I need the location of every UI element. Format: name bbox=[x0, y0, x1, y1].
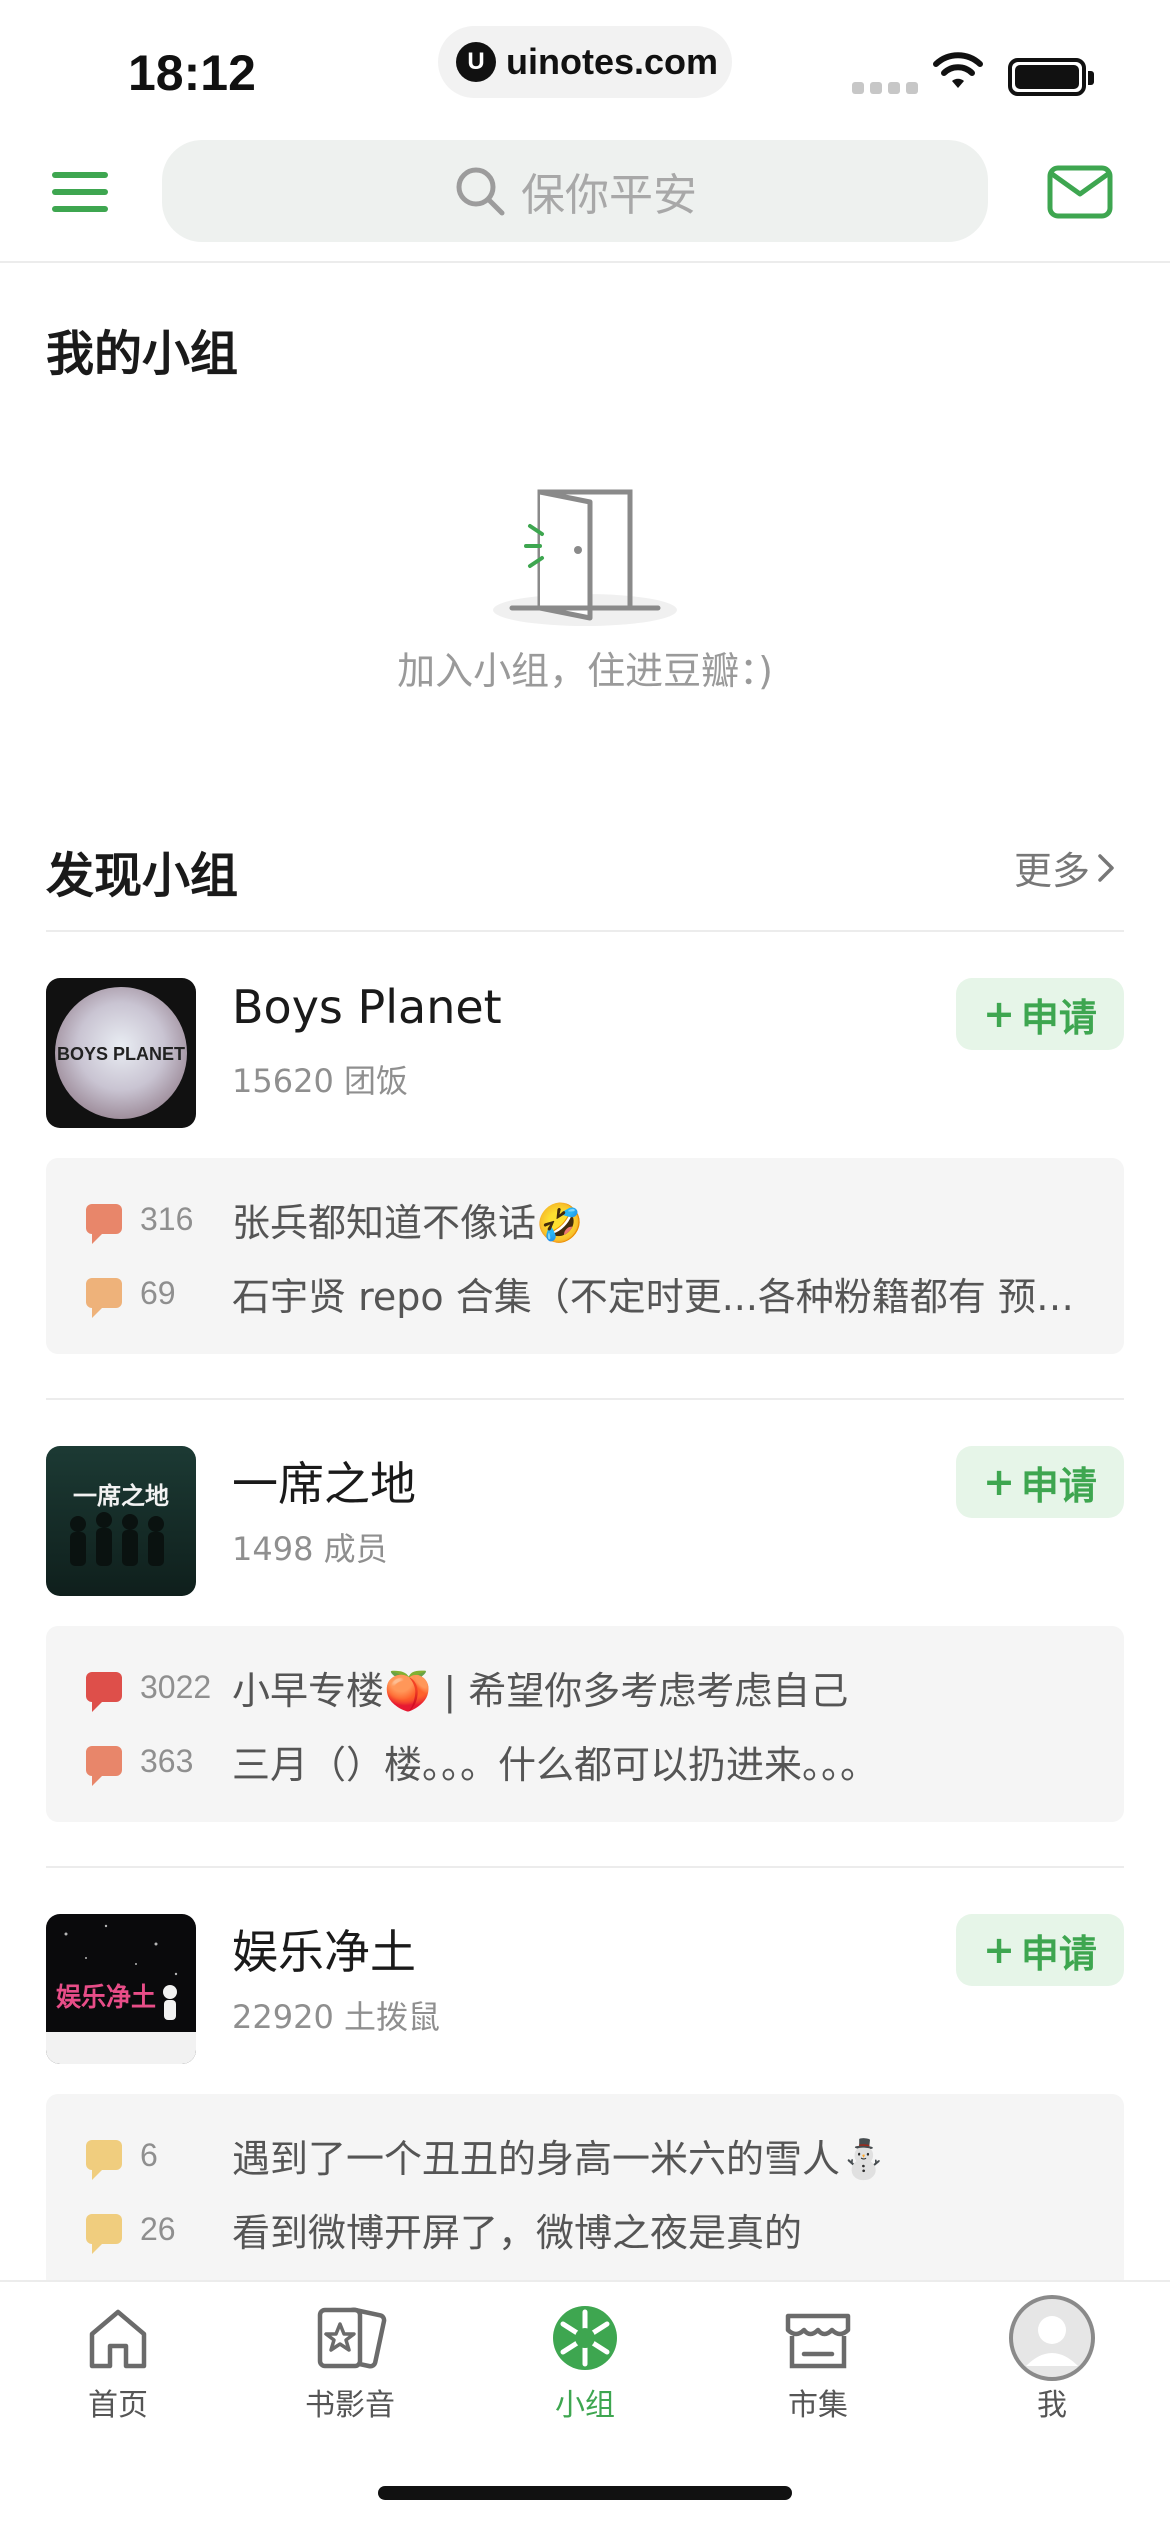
apply-button[interactable]: + 申请 bbox=[956, 1914, 1124, 1986]
comment-bubble-icon bbox=[86, 1278, 122, 1318]
url-text: uinotes.com bbox=[506, 41, 719, 82]
door-icon bbox=[493, 489, 677, 626]
profile-avatar-icon bbox=[1009, 2295, 1095, 2381]
group-member-count: 22920 土拨鼠 bbox=[232, 1998, 440, 2036]
group-member-count: 15620 团饭 bbox=[232, 1062, 408, 1100]
apply-button[interactable]: + 申请 bbox=[956, 1446, 1124, 1518]
home-icon bbox=[89, 2309, 147, 2369]
post-title: 小早专楼🍑 | 希望你多考虑考虑自己 bbox=[232, 1668, 849, 1713]
post-title: 看到微博开屏了，微博之夜是真的 bbox=[232, 2210, 803, 2255]
divider bbox=[46, 1398, 1124, 1400]
discover-title: 发现小组 bbox=[46, 848, 239, 904]
post-reply-count: 6 bbox=[140, 2136, 158, 2173]
post-item[interactable]: 26 看到微博开屏了，微博之夜是真的 bbox=[86, 2204, 1096, 2255]
comment-bubble-icon bbox=[86, 1746, 122, 1786]
post-item[interactable]: 69 石宇贤 repo 合集（不定时更...各种粉籍都有 预… bbox=[86, 1268, 1096, 1319]
divider bbox=[46, 1866, 1124, 1868]
post-title: 张兵都知道不像话🤣 bbox=[232, 1200, 584, 1245]
tab-label: 市集 bbox=[788, 2388, 848, 2423]
empty-groups-text: 加入小组，住进豆瓣：) bbox=[397, 649, 773, 693]
group-posts: 316 张兵都知道不像话🤣 69 石宇贤 repo 合集（不定时更...各种粉籍… bbox=[46, 1158, 1124, 1354]
wifi-icon bbox=[933, 52, 983, 88]
post-title: 石宇贤 repo 合集（不定时更...各种粉籍都有 预… bbox=[232, 1274, 1075, 1319]
group-name[interactable]: 娱乐净土 bbox=[232, 1916, 416, 1982]
plus-icon: + bbox=[983, 992, 1015, 1036]
apply-label: 申请 bbox=[1020, 1931, 1097, 1976]
tab-label: 首页 bbox=[88, 2388, 148, 2423]
post-item[interactable]: 3022 小早专楼🍑 | 希望你多考虑考虑自己 bbox=[86, 1662, 1096, 1713]
tab-market[interactable]: 市集 bbox=[738, 2302, 898, 2424]
home-indicator bbox=[378, 2486, 792, 2500]
post-item[interactable]: 316 张兵都知道不像话🤣 bbox=[86, 1194, 1096, 1245]
post-reply-count: 3022 bbox=[140, 1668, 212, 1705]
apply-label: 申请 bbox=[1020, 1463, 1097, 1508]
status-time: 18:12 bbox=[128, 45, 256, 101]
book-movie-icon bbox=[317, 2307, 387, 2369]
tab-profile[interactable]: 我 bbox=[972, 2295, 1132, 2424]
group-avatar-text: 娱乐净土 bbox=[56, 1983, 156, 2013]
my-groups-title: 我的小组 bbox=[46, 326, 239, 382]
tab-label: 书影音 bbox=[305, 2388, 395, 2423]
divider bbox=[46, 930, 1124, 932]
post-item[interactable]: 363 三月（）楼。。。什么都可以扔进来。。。 bbox=[86, 1736, 1096, 1787]
search-icon bbox=[456, 167, 505, 216]
top-nav: 保你平安 bbox=[0, 130, 1170, 263]
apply-label: 申请 bbox=[1020, 995, 1097, 1040]
menu-icon[interactable] bbox=[52, 168, 108, 216]
tab-label: 我 bbox=[1037, 2388, 1067, 2423]
battery-icon bbox=[1008, 58, 1094, 96]
post-reply-count: 363 bbox=[140, 1742, 194, 1779]
more-link[interactable]: 更多 bbox=[1014, 840, 1116, 895]
status-bar: 18:12 U uinotes.com bbox=[0, 0, 1170, 130]
mail-icon[interactable] bbox=[1046, 164, 1114, 220]
tab-home[interactable]: 首页 bbox=[38, 2302, 198, 2424]
group-posts: 3022 小早专楼🍑 | 希望你多考虑考虑自己 363 三月（）楼。。。什么都可… bbox=[46, 1626, 1124, 1822]
comment-bubble-icon bbox=[86, 2214, 122, 2254]
group-icon bbox=[553, 2306, 617, 2370]
group-avatar-text: BOYS PLANET bbox=[57, 1044, 185, 1064]
comment-bubble-icon bbox=[86, 1672, 122, 1712]
post-title: 三月（）楼。。。什么都可以扔进来。。。 bbox=[232, 1742, 879, 1787]
comment-bubble-icon bbox=[86, 1204, 122, 1244]
post-reply-count: 316 bbox=[140, 1200, 194, 1237]
group-avatar-text: 一席之地 bbox=[73, 1482, 169, 1510]
search-placeholder: 保你平安 bbox=[521, 170, 697, 221]
tab-label: 小组 bbox=[555, 2388, 615, 2423]
site-logo-icon: U bbox=[456, 42, 496, 82]
group-avatar: BOYS PLANET bbox=[46, 978, 196, 1128]
chevron-right-icon bbox=[1098, 853, 1114, 882]
group-posts: 6 遇到了一个丑丑的身高一米六的雪人⛄ 26 看到微博开屏了，微博之夜是真的 bbox=[46, 2094, 1124, 2290]
group-card[interactable]: BOYS PLANET Boys Planet 15620 团饭 + 申请 31… bbox=[46, 978, 1124, 1354]
group-card[interactable]: 娱乐净土 娱乐净土 22920 土拨鼠 + 申请 6 遇到了一个丑丑的身高一米六… bbox=[46, 1914, 1124, 2290]
group-avatar: 一席之地 bbox=[46, 1446, 196, 1596]
market-icon bbox=[785, 2313, 851, 2369]
post-item[interactable]: 6 遇到了一个丑丑的身高一米六的雪人⛄ bbox=[86, 2130, 1096, 2181]
tab-groups[interactable]: 小组 bbox=[505, 2302, 665, 2424]
group-card[interactable]: 一席之地 一席之地 1498 成员 + 申请 3022 小早专楼🍑 | 希望你多… bbox=[46, 1446, 1124, 1822]
plus-icon: + bbox=[983, 1928, 1015, 1972]
plus-icon: + bbox=[983, 1460, 1015, 1504]
tab-book-movie-music[interactable]: 书影音 bbox=[270, 2302, 430, 2424]
group-name[interactable]: Boys Planet bbox=[232, 980, 502, 1034]
comment-bubble-icon bbox=[86, 2140, 122, 2180]
cellular-signal-icon bbox=[852, 82, 918, 94]
url-pill[interactable]: U uinotes.com bbox=[438, 26, 732, 98]
post-title: 遇到了一个丑丑的身高一米六的雪人⛄ bbox=[232, 2136, 888, 2181]
group-member-count: 1498 成员 bbox=[232, 1530, 388, 1568]
more-label: 更多 bbox=[1014, 849, 1091, 893]
post-reply-count: 69 bbox=[140, 1274, 176, 1311]
post-reply-count: 26 bbox=[140, 2210, 176, 2247]
group-avatar: 娱乐净土 bbox=[46, 1914, 196, 2064]
group-name[interactable]: 一席之地 bbox=[232, 1448, 416, 1514]
apply-button[interactable]: + 申请 bbox=[956, 978, 1124, 1050]
search-input[interactable]: 保你平安 bbox=[162, 140, 988, 242]
